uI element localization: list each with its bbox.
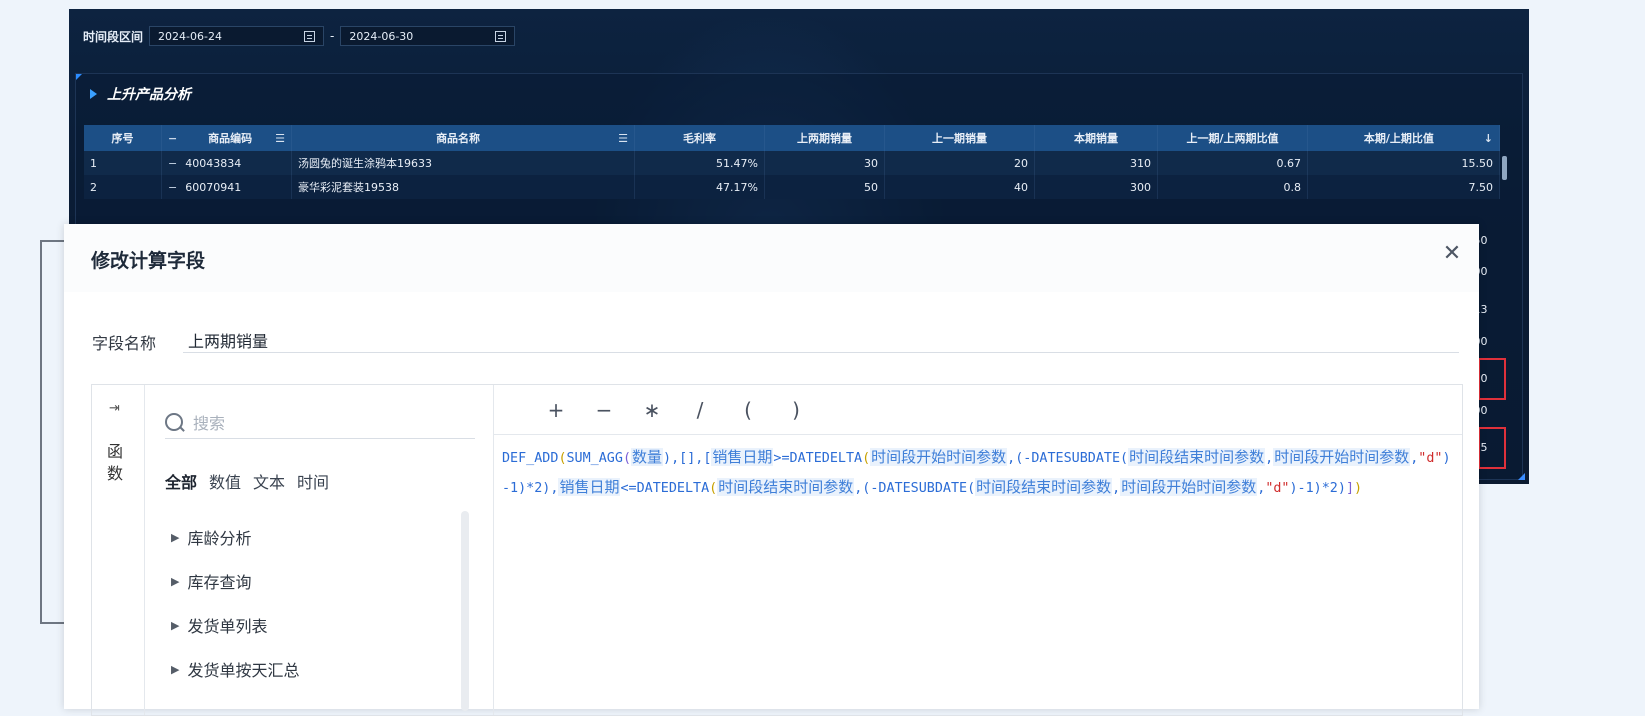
panel-title: 上升产品分析 — [90, 84, 191, 104]
collapse-icon[interactable]: − — [168, 132, 177, 145]
field-token[interactable]: 销售日期 — [711, 448, 774, 466]
search-icon — [165, 413, 183, 431]
tab-text[interactable]: 文本 — [253, 469, 285, 493]
table-row[interactable]: 2 −60070941 豪华彩泥套装19538 47.17% 50 40 300… — [84, 175, 1500, 199]
operator-toolbar: + − ∗ / ( ) — [494, 385, 1462, 435]
start-date-input[interactable]: 2024-06-24 — [149, 26, 325, 46]
sort-icon[interactable]: ☰ — [275, 132, 285, 145]
dialog-title: 修改计算字段 — [91, 250, 206, 272]
table-row[interactable]: 1 −40043834 汤圆兔的诞生涂鸦本19633 51.47% 30 20 … — [84, 151, 1500, 175]
date-range-filter: 时间段区间 2024-06-24 - 2024-06-30 — [83, 25, 516, 47]
end-date-value: 2024-06-30 — [349, 29, 414, 43]
open-paren-button[interactable]: ( — [724, 398, 772, 422]
search-box[interactable]: 搜索 — [165, 406, 475, 439]
close-paren-button[interactable]: ) — [772, 398, 820, 422]
triangle-icon — [90, 89, 97, 99]
plus-operator-button[interactable]: + — [532, 398, 580, 422]
col-header-ratio-2[interactable]: 本期/上期比值 ↓ — [1308, 125, 1500, 151]
expand-arrow-icon[interactable]: ▶ — [171, 575, 179, 588]
function-sidebar-label[interactable]: 函数 — [107, 441, 125, 485]
tree-item[interactable]: ▶ 发货单按天汇总 — [171, 647, 299, 691]
col-header-current-sales[interactable]: 本期销量 — [1035, 125, 1158, 151]
tree-scrollbar[interactable] — [461, 511, 469, 711]
corner-accent — [76, 74, 82, 80]
sort-desc-icon[interactable]: ↓ — [1484, 132, 1493, 145]
calendar-icon[interactable] — [495, 30, 507, 42]
collapse-arrow-icon[interactable]: ⇥ — [109, 401, 120, 416]
col-header-prev1-sales[interactable]: 上一期销量 — [885, 125, 1035, 151]
param-token[interactable]: 时间段结束时间参数 — [1128, 448, 1266, 466]
start-date-value: 2024-06-24 — [158, 29, 222, 43]
tree-item[interactable]: ▶ 库存查询 — [171, 559, 299, 603]
table-scrollbar[interactable] — [1502, 156, 1507, 180]
date-range-label: 时间段区间 — [83, 29, 144, 44]
param-token[interactable]: 时间段开始时间参数 — [1273, 448, 1411, 466]
table-header-row: 序号 − 商品编码 ☰ 商品名称 ☰ 毛利率 上两期销量 上一期销量 本期销量 … — [84, 125, 1500, 151]
col-header-ratio-1[interactable]: 上一期/上两期比值 — [1158, 125, 1308, 151]
param-token[interactable]: 时间段开始时间参数 — [1120, 478, 1258, 496]
expand-arrow-icon[interactable]: ▶ — [171, 531, 179, 544]
calendar-icon[interactable] — [304, 30, 316, 42]
sort-icon[interactable]: ☰ — [618, 132, 628, 145]
param-token[interactable]: 时间段结束时间参数 — [717, 478, 855, 496]
function-list-pane: 搜索 全部 数值 文本 时间 ▶ 库龄分析 ▶ 库存查询 ▶ 发货单列表 ▶ 发货单按天… — [145, 385, 494, 715]
field-name-label: 字段名称 — [92, 334, 157, 353]
minus-operator-button[interactable]: − — [580, 398, 628, 422]
field-token[interactable]: 数量 — [631, 448, 664, 466]
highlight-box — [1478, 358, 1506, 400]
col-header-name[interactable]: 商品名称 ☰ — [292, 125, 635, 151]
field-name-input[interactable] — [183, 327, 1459, 353]
tab-time[interactable]: 时间 — [297, 469, 329, 493]
formula-editor: ⇥ 函数 搜索 全部 数值 文本 时间 ▶ 库龄分析 ▶ 库存查询 ▶ 发货单列表 ▶… — [91, 384, 1463, 716]
expression-pane: + − ∗ / ( ) DEF_ADD(SUM_AGG(数量),[],[销售日期… — [494, 385, 1462, 715]
field-token[interactable]: 销售日期 — [558, 478, 621, 496]
expand-arrow-icon[interactable]: ▶ — [171, 619, 179, 632]
end-date-input[interactable]: 2024-06-30 — [340, 26, 516, 46]
tree-item[interactable]: ▶ 发货单列表 — [171, 603, 299, 647]
col-header-index[interactable]: 序号 — [84, 125, 162, 151]
date-separator: - — [330, 29, 335, 43]
col-header-margin[interactable]: 毛利率 — [635, 125, 765, 151]
resize-corner-icon[interactable] — [1518, 473, 1525, 480]
panel-title-text: 上升产品分析 — [107, 87, 191, 103]
function-sidebar: ⇥ 函数 — [92, 385, 145, 715]
tree-item[interactable]: ▶ 库龄分析 — [171, 515, 299, 559]
divide-operator-button[interactable]: / — [676, 398, 724, 422]
multiply-operator-button[interactable]: ∗ — [628, 398, 676, 422]
rising-products-table: 序号 − 商品编码 ☰ 商品名称 ☰ 毛利率 上两期销量 上一期销量 本期销量 … — [84, 125, 1500, 199]
tab-all[interactable]: 全部 — [165, 469, 197, 493]
dataset-tree: ▶ 库龄分析 ▶ 库存查询 ▶ 发货单列表 ▶ 发货单按天汇总 — [171, 515, 299, 691]
expand-arrow-icon[interactable]: ▶ — [171, 663, 179, 676]
close-icon[interactable]: ✕ — [1440, 242, 1464, 266]
collapse-icon[interactable]: − — [168, 157, 177, 170]
param-token[interactable]: 时间段结束时间参数 — [975, 478, 1113, 496]
dialog-header: 修改计算字段 ✕ — [64, 224, 1479, 292]
formula-expression[interactable]: DEF_ADD(SUM_AGG(数量),[],[销售日期>=DATEDELTA(… — [502, 443, 1457, 503]
search-placeholder[interactable]: 搜索 — [193, 410, 225, 434]
param-token[interactable]: 时间段开始时间参数 — [870, 448, 1008, 466]
category-tabs: 全部 数值 文本 时间 — [165, 469, 329, 493]
collapse-icon[interactable]: − — [168, 181, 177, 194]
edit-calculated-field-dialog: 修改计算字段 ✕ 字段名称 ⇥ 函数 搜索 全部 数值 文本 时间 ▶库龄分析 … — [64, 224, 1479, 716]
col-header-code[interactable]: − 商品编码 ☰ — [162, 125, 292, 151]
col-header-prev2-sales[interactable]: 上两期销量 — [765, 125, 885, 151]
highlight-box — [1478, 427, 1506, 469]
tab-numeric[interactable]: 数值 — [209, 469, 241, 493]
